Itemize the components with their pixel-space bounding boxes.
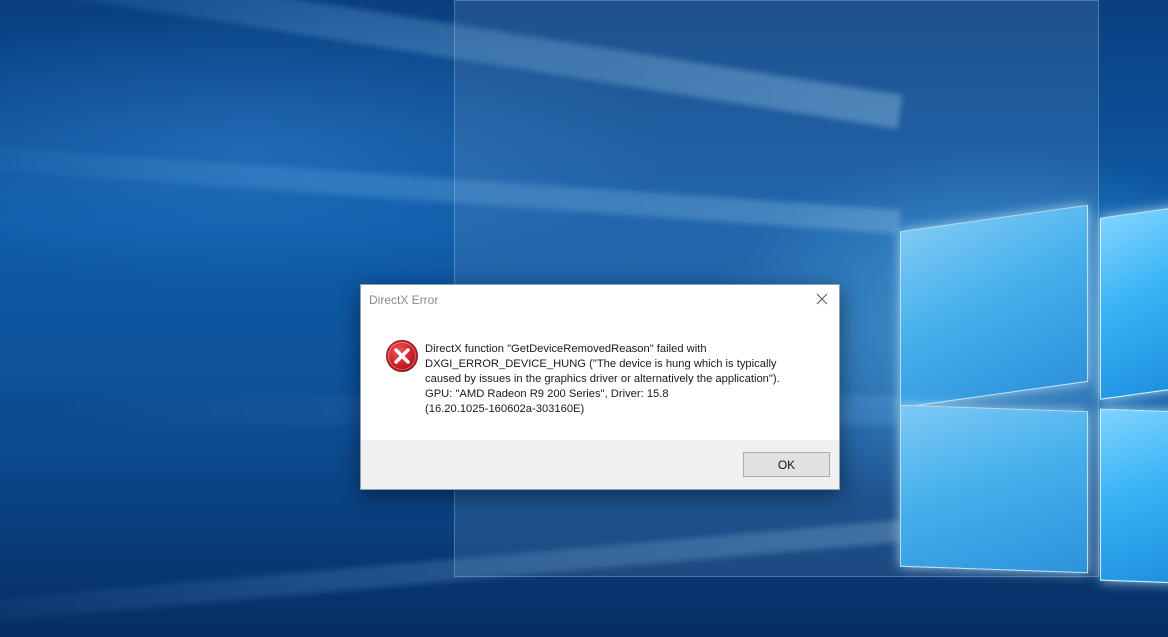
windows-logo-pane bbox=[1100, 408, 1168, 584]
close-icon bbox=[816, 293, 828, 305]
close-button[interactable] bbox=[805, 285, 839, 313]
error-message: DirectX function "GetDeviceRemovedReason… bbox=[425, 342, 825, 417]
error-message-line: GPU: "AMD Radeon R9 200 Series", Driver:… bbox=[425, 388, 669, 400]
error-message-line: caused by issues in the graphics driver … bbox=[425, 373, 780, 385]
directx-error-dialog: DirectX Error DirectX function "GetDevic… bbox=[360, 284, 840, 490]
error-message-line: DirectX function "GetDeviceRemovedReason… bbox=[425, 343, 707, 355]
error-message-line: (16.20.1025-160602a-303160E) bbox=[425, 403, 585, 415]
error-message-line: DXGI_ERROR_DEVICE_HUNG ("The device is h… bbox=[425, 358, 777, 370]
dialog-footer: OK bbox=[361, 440, 839, 489]
dialog-titlebar[interactable]: DirectX Error bbox=[361, 285, 839, 315]
dialog-content: DirectX function "GetDeviceRemovedReason… bbox=[361, 315, 839, 441]
windows-logo-pane bbox=[1100, 206, 1168, 400]
error-icon bbox=[386, 340, 418, 372]
dialog-title: DirectX Error bbox=[369, 293, 439, 307]
ok-button[interactable]: OK bbox=[743, 452, 830, 477]
